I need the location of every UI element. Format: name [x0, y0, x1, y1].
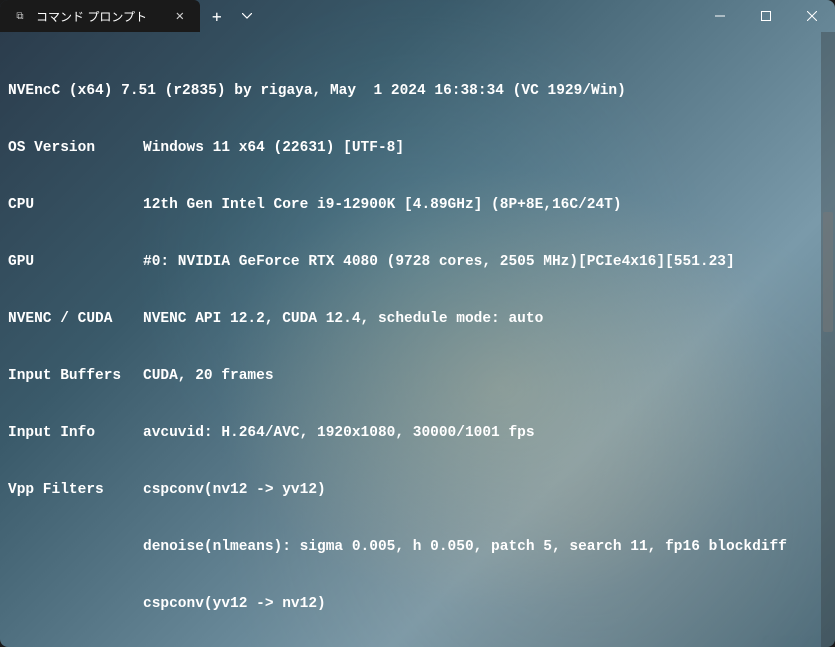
info-key: CPU	[8, 196, 143, 215]
window-controls	[697, 0, 835, 32]
info-val: denoise(nlmeans): sigma 0.005, h 0.050, …	[143, 538, 787, 557]
info-val: Windows 11 x64 (22631) [UTF-8]	[143, 139, 404, 158]
info-val: #0: NVIDIA GeForce RTX 4080 (9728 cores,…	[143, 253, 735, 272]
close-tab-button[interactable]: ✕	[172, 6, 188, 26]
info-key	[8, 595, 143, 614]
terminal-output[interactable]: NVEncC (x64) 7.51 (r2835) by rigaya, May…	[0, 32, 835, 647]
info-val: 12th Gen Intel Core i9-12900K [4.89GHz] …	[143, 196, 622, 215]
new-tab-button[interactable]: +	[200, 7, 234, 26]
info-key	[8, 538, 143, 557]
maximize-button[interactable]	[743, 0, 789, 32]
header-line: NVEncC (x64) 7.51 (r2835) by rigaya, May…	[8, 82, 827, 101]
scrollbar-thumb[interactable]	[823, 212, 833, 332]
info-val: CUDA, 20 frames	[143, 367, 274, 386]
tab-title: コマンド プロンプト	[36, 8, 164, 25]
info-key: GPU	[8, 253, 143, 272]
close-window-button[interactable]	[789, 0, 835, 32]
info-key: Input Buffers	[8, 367, 143, 386]
info-key: Input Info	[8, 424, 143, 443]
info-key: NVENC / CUDA	[8, 310, 143, 329]
scrollbar[interactable]	[821, 32, 835, 647]
tab-dropdown-button[interactable]	[234, 11, 260, 22]
info-val: NVENC API 12.2, CUDA 12.4, schedule mode…	[143, 310, 543, 329]
info-key: Vpp Filters	[8, 481, 143, 500]
minimize-button[interactable]	[697, 0, 743, 32]
info-key: OS Version	[8, 139, 143, 158]
tab-active[interactable]: ⧉ コマンド プロンプト ✕	[0, 0, 200, 32]
info-val: cspconv(nv12 -> yv12)	[143, 481, 326, 500]
info-val: cspconv(yv12 -> nv12)	[143, 595, 326, 614]
titlebar[interactable]: ⧉ コマンド プロンプト ✕ +	[0, 0, 835, 32]
cmd-icon: ⧉	[12, 8, 28, 24]
terminal-window: ⧉ コマンド プロンプト ✕ + NVEncC (x64) 7.51 (r283…	[0, 0, 835, 647]
info-val: avcuvid: H.264/AVC, 1920x1080, 30000/100…	[143, 424, 535, 443]
